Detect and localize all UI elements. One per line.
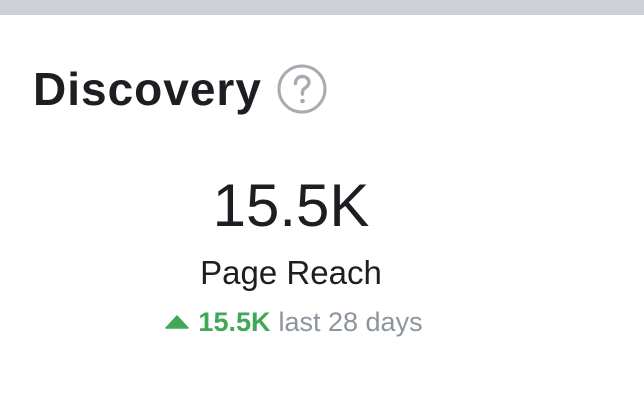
top-bar bbox=[0, 0, 644, 15]
card-header: Discovery bbox=[33, 62, 328, 116]
triangle-up-icon bbox=[165, 315, 190, 329]
trend-value: 15.5K bbox=[198, 307, 271, 337]
trend-period: last 28 days bbox=[278, 307, 423, 337]
page-reach-value: 15.5K bbox=[212, 172, 370, 239]
trend-row: 15.5K last 28 days bbox=[0, 305, 588, 339]
card-title: Discovery bbox=[33, 63, 262, 115]
question-circle-icon[interactable] bbox=[276, 63, 328, 115]
page-reach-label: Page Reach bbox=[200, 254, 382, 291]
